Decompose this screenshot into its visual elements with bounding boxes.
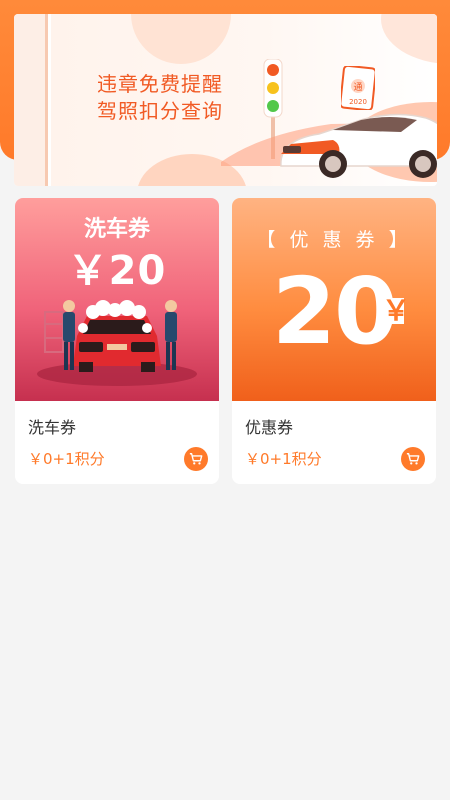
product-image-car-wash: 洗车券 ￥20 (15, 198, 219, 401)
product-image-coupon: 【 优 惠 券 】 20 ￥ (232, 198, 436, 401)
car-wash-illustration (37, 300, 197, 386)
product-name: 优惠券 (245, 418, 294, 437)
product-name: 洗车券 (28, 418, 77, 437)
shopping-cart-icon (189, 453, 203, 465)
image-title: 【 优 惠 券 】 (256, 229, 412, 251)
banner-carousel-edge (14, 14, 48, 186)
banner-decoration (381, 14, 437, 64)
product-card-car-wash[interactable]: 洗车券 ￥20 洗车券 ￥0+1积分 (15, 198, 219, 484)
product-card-coupon[interactable]: 【 优 惠 券 】 20 ￥ 优惠券 ￥0+1积分 (232, 198, 436, 484)
image-currency: ￥ (382, 294, 411, 327)
product-price: ￥0+1积分 (245, 450, 322, 468)
shopping-cart-icon (406, 453, 420, 465)
car-illustration (221, 113, 437, 178)
banner-decoration (131, 14, 231, 64)
add-to-cart-button[interactable] (401, 447, 425, 471)
product-price: ￥0+1积分 (28, 450, 105, 468)
banner-slide: 违章免费提醒 驾照扣分查询 通 2020 (51, 14, 437, 186)
promo-banner[interactable]: 违章免费提醒 驾照扣分查询 通 2020 (14, 14, 437, 186)
add-to-cart-button[interactable] (184, 447, 208, 471)
image-value: 20 (272, 258, 398, 365)
